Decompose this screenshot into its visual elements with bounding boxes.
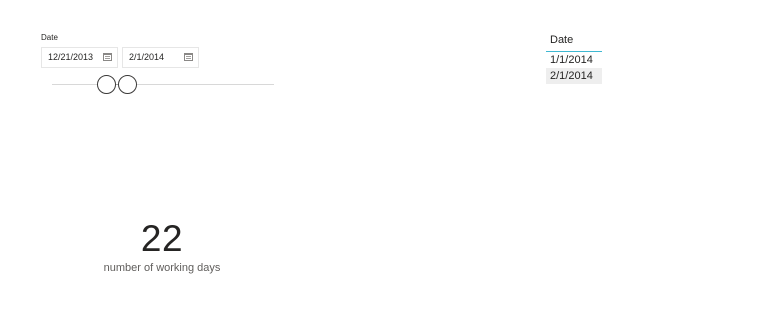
date-table: Date 1/1/2014 2/1/2014 <box>546 30 602 84</box>
slider-end-handle[interactable] <box>118 75 137 94</box>
calendar-icon[interactable] <box>184 53 193 61</box>
date-range-slicer: Date 12/21/2013 2/1/2014 <box>41 30 277 100</box>
end-date-input[interactable]: 2/1/2014 <box>122 47 199 68</box>
card-label: number of working days <box>103 262 221 274</box>
slicer-header: Date <box>41 33 58 42</box>
slider-track[interactable] <box>52 84 274 85</box>
slider-start-handle[interactable] <box>97 75 116 94</box>
table-row[interactable]: 2/1/2014 <box>546 68 602 84</box>
table-row[interactable]: 1/1/2014 <box>546 52 602 68</box>
start-date-value: 12/21/2013 <box>48 52 94 62</box>
card-value: 22 <box>140 218 184 259</box>
calendar-icon[interactable] <box>103 53 112 61</box>
end-date-value: 2/1/2014 <box>129 52 165 62</box>
start-date-input[interactable]: 12/21/2013 <box>41 47 118 68</box>
table-header[interactable]: Date <box>546 30 602 52</box>
working-days-card: 22 number of working days <box>62 214 262 275</box>
